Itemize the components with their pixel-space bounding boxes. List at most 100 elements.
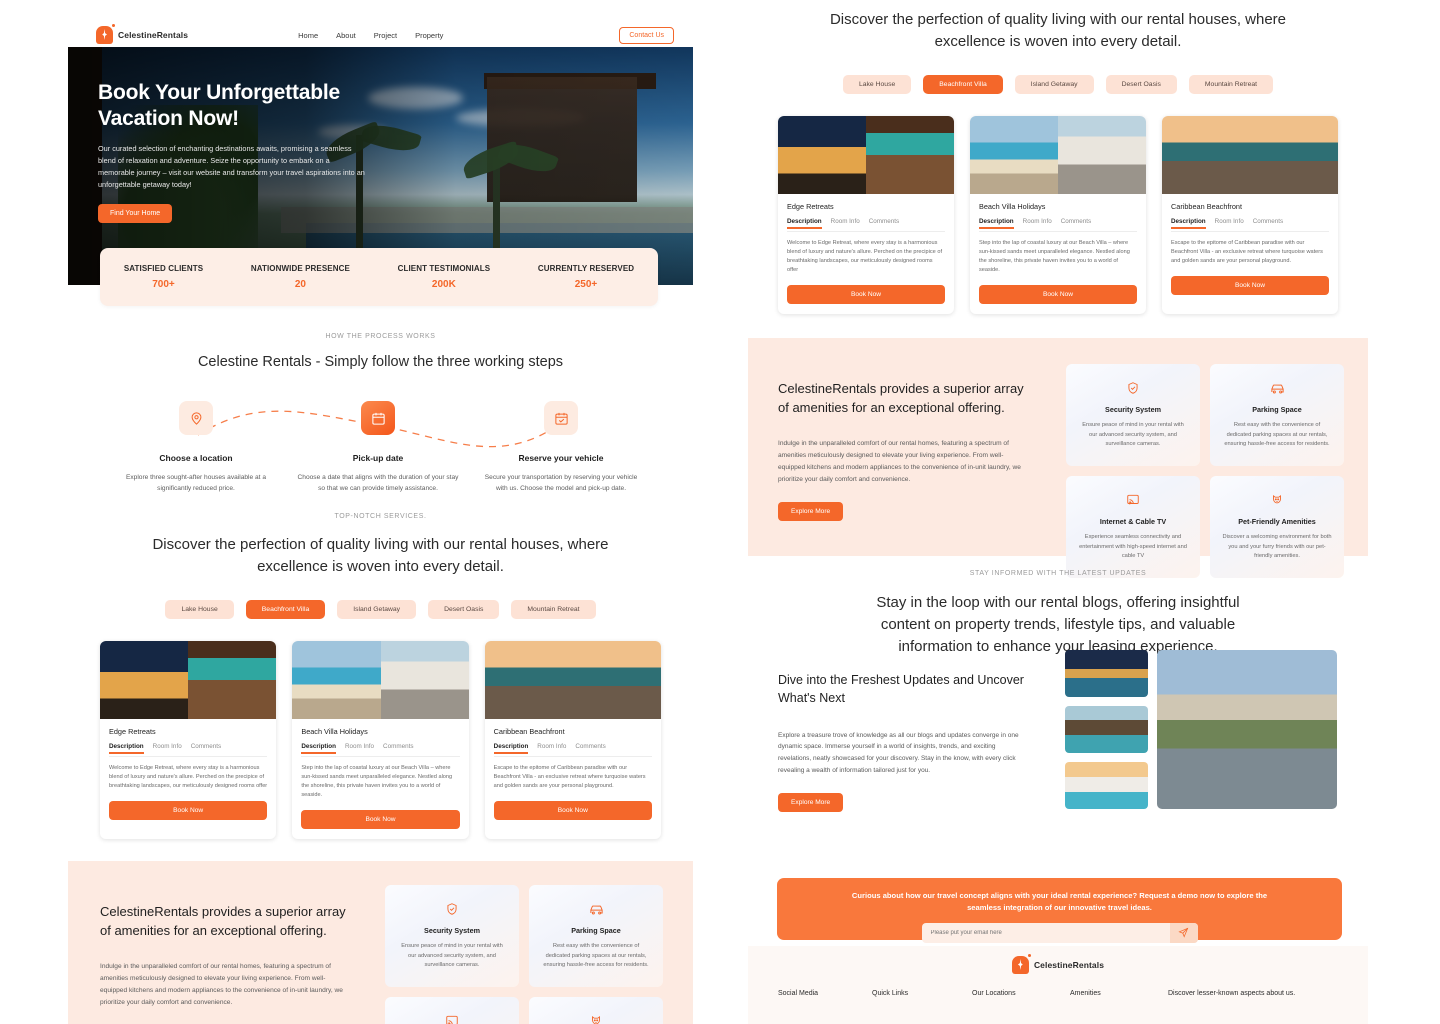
footer-brand[interactable]: CelestineRentals [748,946,1368,974]
amenity-description: Ensure peace of mind in your rental with… [401,943,503,969]
stat-value: 200K [431,279,456,290]
book-now-button[interactable]: Book Now [301,809,460,829]
property-image [970,115,1146,194]
property-card-list: Edge Retreats Description Room Info Comm… [68,640,693,839]
book-now-button[interactable]: Book Now [1171,275,1329,295]
property-card[interactable]: Edge Retreats Description Room Info Comm… [100,640,277,839]
property-description: Step into the lap of coastal luxury at o… [979,239,1130,274]
tab-comments[interactable]: Comments [383,743,413,753]
tab-comments[interactable]: Comments [869,218,899,228]
tab-description[interactable]: Description [493,743,528,754]
filter-tab-mountain-retreat[interactable]: Mountain Retreat [1188,74,1274,94]
amenity-card-internet-cable-tv: Internet & Cable TV Experience seamless … [385,997,519,1024]
property-card[interactable]: Edge Retreats Description Room Info Comm… [778,115,954,314]
book-now-button[interactable]: Book Now [979,284,1137,304]
book-now-button[interactable]: Book Now [109,800,268,820]
property-title: Edge Retreats [787,201,834,211]
tab-room-info[interactable]: Room Info [345,743,374,753]
filter-tab-mountain-retreat[interactable]: Mountain Retreat [511,599,596,619]
property-card[interactable]: Caribbean Beachfront Description Room In… [484,640,661,839]
property-card[interactable]: Caribbean Beachfront Description Room In… [1162,115,1338,314]
filter-tab-lake-house[interactable]: Lake House [165,599,234,619]
tab-comments[interactable]: Comments [1061,218,1091,228]
property-card[interactable]: Beach Villa Holidays Description Room In… [970,115,1146,314]
property-description: Escape to the epitome of Caribbean parad… [1171,239,1323,265]
property-card[interactable]: Beach Villa Holidays Description Room In… [292,640,469,839]
process-heading: Celestine Rentals - Simply follow the th… [197,354,564,370]
tab-description[interactable]: Description [1171,218,1206,229]
amenity-title: Internet & Cable TV [1099,517,1167,527]
stat-item: NATIONWIDE PRESENCE 20 [251,264,350,290]
filter-tab-desert-oasis[interactable]: Desert Oasis [428,599,500,619]
stat-value: 700+ [152,279,175,290]
amenity-description: Rest easy with the convenience of dedica… [1224,422,1330,448]
process-step-3: Reserve your vehicle Secure your transpo… [466,401,656,494]
tab-description[interactable]: Description [787,218,822,229]
filter-tab-desert-oasis[interactable]: Desert Oasis [1105,74,1177,94]
services-heading: Discover the perfection of quality livin… [152,536,609,575]
filter-tab-island-getaway[interactable]: Island Getaway [1014,74,1094,94]
tab-description[interactable]: Description [109,743,144,754]
property-description: Welcome to Edge Retreat, where every sta… [109,764,268,790]
gallery-thumb[interactable] [1065,762,1148,809]
process-step-1: Choose a location Explore three sought-a… [101,401,291,494]
blog-heading: Stay in the loop with our rental blogs, … [876,594,1240,655]
blog-section: STAY INFORMED WITH THE LATEST UPDATES St… [748,570,1368,657]
property-title: Edge Retreats [109,726,156,736]
services-heading: Discover the perfection of quality livin… [829,11,1287,50]
nav-item-about[interactable]: About [336,31,356,40]
find-your-home-button[interactable]: Find Your Home [98,204,173,224]
nav-item-home[interactable]: Home [298,31,318,40]
gallery-thumb[interactable] [1065,650,1148,697]
amenity-card-security-system: Security System Ensure peace of mind in … [385,885,519,988]
blog-explore-more-button[interactable]: Explore More [778,792,844,812]
gallery-thumb[interactable] [1065,706,1148,753]
logo-icon [96,24,115,44]
stat-item: SATISFIED CLIENTS 700+ [124,264,203,290]
email-input[interactable] [921,929,1170,936]
blog-intro: Dive into the Freshest Updates and Uncov… [778,672,1028,812]
property-tabs: Description Room Info Comments [301,743,460,757]
filter-tab-lake-house[interactable]: Lake House [842,74,912,94]
amenities-explore-more-button[interactable]: Explore More [778,501,844,521]
amenity-card-parking-space: Parking Space Rest easy with the conveni… [1210,364,1344,467]
filter-tab-beachfront-villa[interactable]: Beachfront Villa [245,599,326,619]
footer-columns: Social Media Quick Links Our Locations A… [748,990,1368,997]
amenities-section-right: CelestineRentals provides a superior arr… [748,338,1368,579]
tab-room-info[interactable]: Room Info [831,218,860,228]
tab-room-info[interactable]: Room Info [1023,218,1052,228]
process-section: HOW THE PROCESS WORKS Celestine Rentals … [68,333,693,536]
services-eyebrow: TOP-NOTCH SERVICES. [334,513,427,520]
amenity-card-pet-friendly: Pet-Friendly Amenities Discover a welcom… [1210,476,1344,579]
filter-tab-island-getaway[interactable]: Island Getaway [337,599,417,619]
tab-room-info[interactable]: Room Info [1215,218,1244,228]
hero-title-line-2: Vacation Now! [98,106,239,130]
cast-wifi-icon [1078,490,1188,510]
tab-description[interactable]: Description [979,218,1014,229]
tab-room-info[interactable]: Room Info [153,743,182,753]
amenity-card-internet-cable-tv: Internet & Cable TV Experience seamless … [1066,476,1200,579]
filter-tab-beachfront-villa[interactable]: Beachfront Villa [923,74,1003,94]
brand-logo[interactable]: CelestineRentals [96,24,189,44]
nav-item-property[interactable]: Property [415,31,443,40]
tab-comments[interactable]: Comments [191,743,221,753]
hero-paragraph: Our curated selection of enchanting dest… [98,144,365,189]
property-tabs: Description Room Info Comments [979,218,1137,232]
cast-wifi-icon [397,1011,507,1024]
contact-us-button[interactable]: Contact Us [619,26,674,44]
tab-description[interactable]: Description [301,743,336,754]
amenity-description: Rest easy with the convenience of dedica… [543,943,649,969]
services-section-left: TOP-NOTCH SERVICES. Discover the perfect… [68,513,693,839]
send-plane-icon[interactable] [1169,922,1198,943]
property-image [484,640,661,719]
book-now-button[interactable]: Book Now [493,800,652,820]
tab-comments[interactable]: Comments [1253,218,1283,228]
tab-comments[interactable]: Comments [575,743,605,753]
brand-name: CelestineRentals [118,30,189,40]
newsletter-cta-banner: Curious about how our travel concept ali… [777,878,1342,943]
gallery-feature-image[interactable] [1157,650,1337,809]
tab-room-info[interactable]: Room Info [537,743,566,753]
blog-eyebrow: STAY INFORMED WITH THE LATEST UPDATES [969,570,1147,577]
book-now-button[interactable]: Book Now [787,284,945,304]
nav-item-project[interactable]: Project [374,31,397,40]
